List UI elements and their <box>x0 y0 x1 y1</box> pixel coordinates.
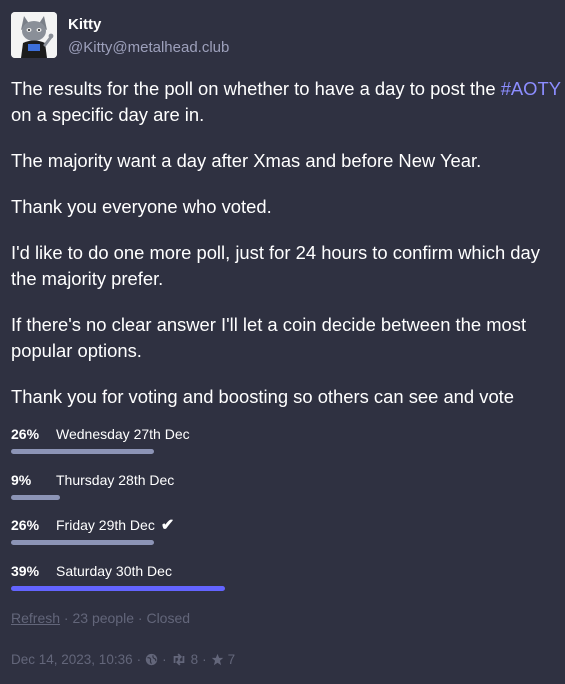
poll-option-bar <box>11 449 154 454</box>
poll-option-percent: 39% <box>11 562 40 579</box>
poll-option-label: Thursday 28th Dec <box>56 471 175 488</box>
poll-option-bar <box>11 494 61 500</box>
poll-option-percent: 9% <box>11 471 32 488</box>
paragraph: The majority want a day after Xmas and b… <box>11 150 482 171</box>
poll-footer: Refresh · 23 people · Closed <box>11 610 191 626</box>
display-name[interactable]: Kitty <box>68 16 229 33</box>
poll-status: Closed <box>146 610 191 626</box>
star-icon <box>211 653 224 666</box>
poll-option: 9% Thursday 28th Dec <box>11 469 551 515</box>
paragraph: Thank you for voting and boosting so oth… <box>11 386 515 407</box>
poll-option-bar <box>11 540 154 545</box>
poll-option: 26% Wednesday 27th Dec <box>11 423 551 469</box>
account-handle[interactable]: @Kitty@metalhead.club <box>68 39 229 56</box>
boost-icon <box>171 653 187 666</box>
checkmark-icon: ✔ <box>160 517 175 534</box>
poll-option-bar <box>11 585 225 591</box>
status-meta: Dec 14, 2023, 10:36 · · 8 · 7 <box>11 652 236 667</box>
poll: 26% Wednesday 27th Dec 9% Thursday 28th … <box>11 423 551 605</box>
globe-icon <box>145 653 158 666</box>
status-header: Kitty @Kitty@metalhead.club <box>11 12 229 58</box>
poll-option-percent: 26% <box>11 426 40 442</box>
avatar[interactable] <box>11 12 57 58</box>
refresh-button[interactable]: Refresh <box>11 610 60 626</box>
poll-option-label: Wednesday 27th Dec <box>56 426 190 442</box>
paragraph: Thank you everyone who voted. <box>11 196 272 217</box>
paragraph: The results for the poll on whether to h… <box>11 78 561 125</box>
favourite-count: 7 <box>227 652 236 667</box>
poll-option: 39% Saturday 30th Dec <box>11 560 551 606</box>
paragraph: If there's no clear answer I'll let a co… <box>11 314 527 361</box>
paragraph: I'd like to do one more poll, just for 2… <box>11 242 540 289</box>
status-timestamp[interactable]: Dec 14, 2023, 10:36 <box>11 652 133 667</box>
poll-voters-count: 23 people <box>72 610 134 626</box>
poll-option-label: Saturday 30th Dec <box>56 562 172 579</box>
status-content: The results for the poll on whether to h… <box>11 76 561 430</box>
poll-option-label: Friday 29th Dec <box>56 517 155 533</box>
hashtag-link[interactable]: #AOTY <box>501 78 561 99</box>
boost-count: 8 <box>190 652 199 667</box>
poll-option: 26% Friday 29th Dec ✔ <box>11 514 551 560</box>
poll-option-percent: 26% <box>11 517 40 533</box>
